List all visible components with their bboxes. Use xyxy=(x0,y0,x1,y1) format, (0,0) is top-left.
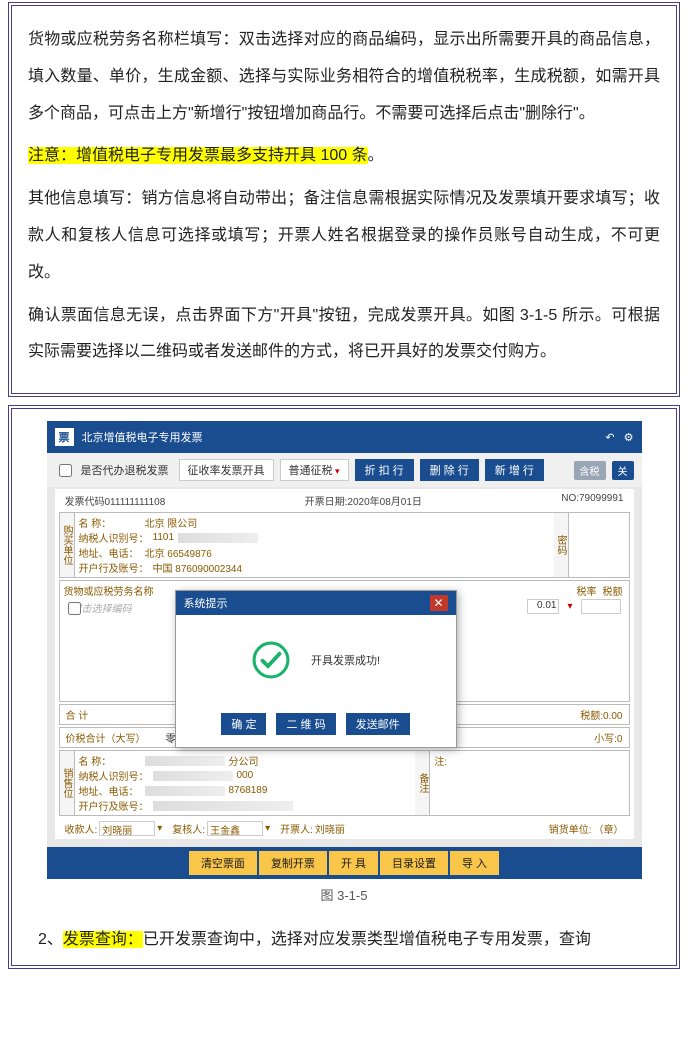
checker-dropdown-icon[interactable]: ▾ xyxy=(265,823,270,834)
import-button[interactable]: 导 入 xyxy=(450,851,499,875)
paragraph-4: 确认票面信息无误，点击界面下方"开具"按钮，完成发票开具。如图 3-1-5 所示… xyxy=(28,298,660,372)
paragraph-3: 其他信息填写：销方信息将自动带出；备注信息需根据实际情况及发票填开要求填写；收款… xyxy=(28,181,660,291)
invoice-no: 79099991 xyxy=(579,493,624,504)
payee-label: 收款人: xyxy=(65,821,98,836)
paragraph-2: 注意：增值税电子专用发票最多支持开具 100 条。 xyxy=(28,138,660,175)
seller-stamp-label: 销货单位: xyxy=(549,821,592,836)
seller-name: 分公司 xyxy=(229,753,259,768)
title-bar: 票 北京增值税电子专用发票 ↶ ⚙ xyxy=(47,421,642,453)
copy-invoice-button[interactable]: 复制开票 xyxy=(259,851,327,875)
highlight-query: 发票查询： xyxy=(63,931,143,948)
invoice-no-label: NO: xyxy=(561,493,579,504)
dialog-title-bar: 系统提示 ✕ xyxy=(176,591,456,615)
buyer-taxid-label: 纳税人识别号： xyxy=(79,530,149,545)
seller-side-label: 销售位 xyxy=(60,751,75,815)
invoice-code-label: 发票代码 xyxy=(65,497,105,508)
tax-rate-value[interactable]: 0.01 xyxy=(527,599,559,614)
paragraph-1: 货物或应税劳务名称栏填写：双击选择对应的商品编码，显示出所需要开具的商品信息，填… xyxy=(28,22,660,132)
window-controls: ↶ ⚙ xyxy=(599,431,633,444)
buyer-name-label: 名 称： xyxy=(79,515,141,530)
remark-side-label: 备注 xyxy=(415,751,430,815)
dialog-ok-button[interactable]: 确 定 xyxy=(221,713,266,735)
invoice-body: 发票代码011111111108 开票日期:2020年08月01日 NO:790… xyxy=(55,489,634,839)
buyer-taxid[interactable]: 1101 xyxy=(153,532,175,543)
drawer-value: 刘晓丽 xyxy=(315,821,345,836)
buyer-addr[interactable]: 北京 66549876 xyxy=(145,545,212,560)
highlight-note: 注意：增值税电子专用发票最多支持开具 100 条 xyxy=(28,147,368,164)
catalog-settings-button[interactable]: 目录设置 xyxy=(380,851,448,875)
seller-block: 销售位 名 称： 分公司 纳税人识别号： 000 地址、电话： 8768189 … xyxy=(59,750,630,816)
buyer-bank-label: 开户行及账号： xyxy=(79,560,149,575)
figure-box: 票 北京增值税电子专用发票 ↶ ⚙ 是否代办退税发票 征收率发票开具 普通征税 … xyxy=(8,405,680,969)
close-pill[interactable]: 关 xyxy=(612,461,634,480)
doc-text-box: 货物或应税劳务名称栏填写：双击选择对应的商品编码，显示出所需要开具的商品信息，填… xyxy=(8,2,680,397)
remark-note-label: 注: xyxy=(434,753,447,768)
checker-label: 复核人: xyxy=(172,821,205,836)
seller-addr: 8768189 xyxy=(229,785,268,796)
invoice-code: 011111111108 xyxy=(105,497,166,508)
seller-taxid-label: 纳税人识别号： xyxy=(79,768,149,783)
app-logo: 票 xyxy=(55,428,74,446)
buyer-block: 购买单位 名 称： 北京 限公司 纳税人识别号： 1101 地址、电话： 北京 665… xyxy=(59,512,630,578)
discount-row-button[interactable]: 折 扣 行 xyxy=(355,459,414,481)
buyer-name[interactable]: 北京 限公司 xyxy=(145,515,198,530)
tax-included-toggle[interactable]: 含税 xyxy=(574,461,606,480)
seller-name-label: 名 称： xyxy=(79,753,141,768)
toolbar: 是否代办退税发票 征收率发票开具 普通征税 折 扣 行 删 除 行 新 增 行 … xyxy=(47,453,642,487)
seller-stamp-value: （章） xyxy=(594,821,624,836)
levy-tab[interactable]: 征收率发票开具 xyxy=(179,459,274,481)
app-window: 票 北京增值税电子专用发票 ↶ ⚙ 是否代办退税发票 征收率发票开具 普通征税 … xyxy=(47,421,642,879)
total-lower-value: 小写:0 xyxy=(553,730,623,745)
sum-tax: 税额:0.00 xyxy=(543,707,623,722)
payee-input[interactable]: 刘晓丽 xyxy=(99,821,155,836)
back-icon[interactable]: ↶ xyxy=(605,432,614,444)
tax-amount-cell[interactable] xyxy=(581,599,621,614)
clear-invoice-button[interactable]: 清空票面 xyxy=(189,851,257,875)
row-checkbox[interactable] xyxy=(68,602,81,615)
buyer-side-label: 购买单位 xyxy=(60,513,75,577)
rate-dropdown-icon[interactable]: ▾ xyxy=(567,601,572,612)
total-capital-label: 价税合计（大写） xyxy=(66,730,166,745)
checker-input[interactable]: 王金鑫 xyxy=(207,821,263,836)
invoice-header: 发票代码011111111108 开票日期:2020年08月01日 NO:790… xyxy=(55,489,634,512)
app-title: 北京增值税电子专用发票 xyxy=(82,429,600,445)
foot-paragraph: 2、发票查询：已开发票查询中，选择对应发票类型增值税电子专用发票，查询 xyxy=(22,914,666,959)
refund-checkbox[interactable] xyxy=(59,464,72,477)
col-tax-rate: 税率 xyxy=(577,583,597,598)
action-bar: 清空票面 复制开票 开 具 目录设置 导 入 xyxy=(47,847,642,879)
seller-addr-label: 地址、电话： xyxy=(79,783,141,798)
payee-dropdown-icon[interactable]: ▾ xyxy=(157,823,162,834)
password-side-label: 密码 xyxy=(554,513,569,577)
buyer-bank[interactable]: 中国 876090002344 xyxy=(153,560,243,575)
col-tax-amount: 税额 xyxy=(603,583,623,598)
invoice-date: 2020年08月01日 xyxy=(347,497,422,508)
issue-button[interactable]: 开 具 xyxy=(329,851,378,875)
invoice-date-label: 开票日期: xyxy=(305,497,348,508)
sum-label: 合 计 xyxy=(66,707,166,722)
dialog-close-button[interactable]: ✕ xyxy=(430,595,448,611)
dialog-message: 开具发票成功! xyxy=(311,652,380,668)
dialog-send-mail-button[interactable]: 发送邮件 xyxy=(346,713,410,735)
personnel-row: 收款人: 刘晓丽 ▾ 复核人: 王金鑫 ▾ 开票人: 刘晓丽 销货单位: （章） xyxy=(55,818,634,839)
delete-row-button[interactable]: 删 除 行 xyxy=(420,459,479,481)
figure-caption: 图 3-1-5 xyxy=(22,885,666,904)
add-row-button[interactable]: 新 增 行 xyxy=(485,459,544,481)
seller-bank-label: 开户行及账号： xyxy=(79,798,149,813)
dialog-qrcode-button[interactable]: 二 维 码 xyxy=(276,713,335,735)
normal-tax-dropdown[interactable]: 普通征税 xyxy=(280,459,349,481)
settings-icon[interactable]: ⚙ xyxy=(624,432,634,444)
seller-taxid: 000 xyxy=(237,770,254,781)
dialog-title-text: 系统提示 xyxy=(184,595,228,611)
buyer-addr-label: 地址、电话： xyxy=(79,545,141,560)
refund-label: 是否代办退税发票 xyxy=(81,462,169,478)
drawer-label: 开票人: xyxy=(280,821,313,836)
success-check-icon xyxy=(251,640,291,680)
system-prompt-dialog: 系统提示 ✕ 开具发票成功! 确 定 二 维 码 发送邮件 xyxy=(175,590,457,748)
